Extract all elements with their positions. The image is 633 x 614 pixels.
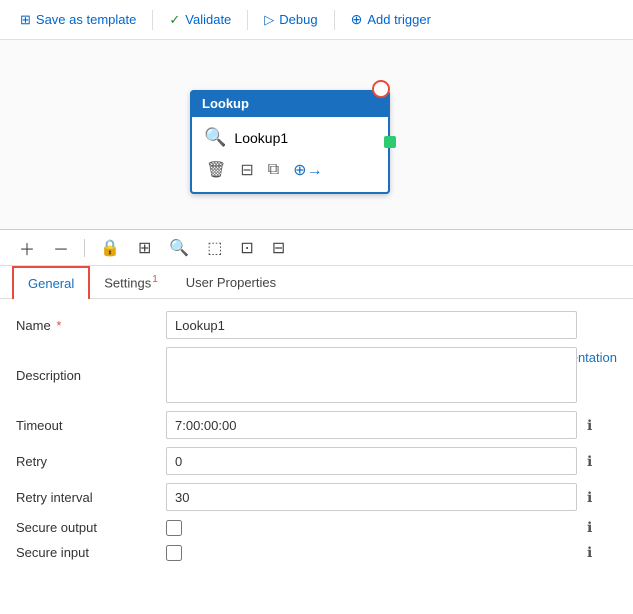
node-box: Lookup 🔍 Lookup1 🗑 ⊟ ⧉ ⊕→ [190, 90, 390, 194]
retry-interval-input[interactable] [166, 483, 577, 511]
qr-tool-button[interactable]: ⊞ [133, 235, 156, 261]
tab-settings-label: Settings [104, 275, 151, 290]
save-label: Save as template [36, 12, 136, 27]
timeout-info-icon[interactable]: ℹ [587, 417, 617, 434]
secure-input-info-icon[interactable]: ℹ [587, 544, 617, 561]
tab-user-properties-label: User Properties [186, 275, 276, 290]
divider-3 [334, 10, 335, 30]
validate-icon: ✓ [169, 12, 180, 28]
node-header-text: Lookup [202, 96, 249, 111]
canvas-toolbar: ＋ － 🔒 ⊞ 🔍 ⬚ ⊡ ⊟ [0, 230, 633, 266]
add-trigger-button[interactable]: ⊕ Add trigger [343, 7, 439, 32]
tab-user-properties[interactable]: User Properties [172, 267, 290, 298]
debug-button[interactable]: ▷ Debug [256, 8, 325, 32]
main-toolbar: ⊞ Save as template ✓ Validate ▷ Debug ⊕ … [0, 0, 633, 40]
node-actions: 🗑 ⊟ ⧉ ⊕→ [204, 158, 376, 182]
secure-input-label: Secure input [16, 545, 156, 560]
name-label-text: Name [16, 318, 51, 333]
retry-interval-label-text: Retry interval [16, 490, 93, 505]
save-template-button[interactable]: ⊞ Save as template [12, 8, 144, 32]
node-green-dot [384, 136, 396, 148]
timeout-label: Timeout [16, 418, 156, 433]
divider-1 [152, 10, 153, 30]
save-icon: ⊞ [20, 12, 31, 28]
secure-output-checkbox[interactable] [166, 520, 182, 536]
retry-input[interactable] [166, 447, 577, 475]
doc-area: ↗ Documentation [587, 350, 617, 365]
validate-button[interactable]: ✓ Validate [161, 8, 239, 32]
node-delete-button[interactable]: 🗑 [204, 158, 228, 182]
retry-interval-info-icon[interactable]: ℹ [587, 489, 617, 506]
trigger-icon: ⊕ [351, 11, 363, 28]
retry-interval-label: Retry interval [16, 490, 156, 505]
general-form: Name * ↗ Documentation Description Timeo… [0, 299, 633, 573]
secure-output-label: Secure output [16, 520, 156, 535]
node-duplicate-button[interactable]: ⧉ [266, 159, 281, 181]
select-tool-button[interactable]: ⬚ [202, 235, 227, 261]
retry-label-text: Retry [16, 454, 47, 469]
node-lookup-icon: 🔍 [204, 127, 226, 148]
name-required: * [56, 318, 61, 333]
node-connect-button[interactable]: ⊕→ [291, 158, 324, 182]
canvas-inner[interactable]: Lookup 🔍 Lookup1 🗑 ⊟ ⧉ ⊕→ [0, 40, 633, 229]
canvas-area: Lookup 🔍 Lookup1 🗑 ⊟ ⧉ ⊕→ [0, 40, 633, 230]
debug-label: Debug [279, 12, 317, 27]
secure-output-info-icon[interactable]: ℹ [587, 519, 617, 536]
validate-label: Validate [185, 12, 231, 27]
timeout-label-text: Timeout [16, 418, 62, 433]
node-header: Lookup [190, 90, 390, 117]
description-input[interactable] [166, 347, 577, 403]
secure-input-label-text: Secure input [16, 545, 89, 560]
node-name-text: Lookup1 [234, 130, 288, 146]
retry-info-icon[interactable]: ℹ [587, 453, 617, 470]
tool-sep-1 [84, 239, 85, 257]
secure-input-checkbox[interactable] [166, 545, 182, 561]
description-label-text: Description [16, 368, 81, 383]
tab-settings[interactable]: Settings1 [90, 266, 172, 298]
tab-bar: General Settings1 User Properties [0, 266, 633, 299]
secure-output-label-text: Secure output [16, 520, 97, 535]
trigger-label: Add trigger [367, 12, 431, 27]
grid-tool-button[interactable]: ⊟ [267, 235, 290, 261]
name-label: Name * [16, 318, 156, 333]
tab-general[interactable]: General [12, 266, 90, 299]
fit-tool-button[interactable]: ⊡ [235, 235, 258, 261]
retry-label: Retry [16, 454, 156, 469]
lookup-node[interactable]: Lookup 🔍 Lookup1 🗑 ⊟ ⧉ ⊕→ [190, 90, 390, 194]
node-copy-button[interactable]: ⊟ [238, 158, 255, 182]
node-label-row: 🔍 Lookup1 [204, 127, 376, 148]
debug-icon: ▷ [264, 12, 274, 28]
secure-input-row [166, 545, 577, 561]
node-top-circle [372, 80, 390, 98]
description-label: Description [16, 368, 156, 383]
name-input[interactable] [166, 311, 577, 339]
lock-tool-button[interactable]: 🔒 [95, 235, 125, 261]
timeout-input[interactable] [166, 411, 577, 439]
divider-2 [247, 10, 248, 30]
node-body: 🔍 Lookup1 🗑 ⊟ ⧉ ⊕→ [190, 117, 390, 194]
remove-tool-button[interactable]: － [48, 233, 74, 263]
tab-general-label: General [28, 276, 74, 291]
search-tool-button[interactable]: 🔍 [164, 235, 194, 261]
settings-badge: 1 [152, 274, 158, 285]
add-tool-button[interactable]: ＋ [14, 233, 40, 263]
secure-output-row [166, 520, 577, 536]
